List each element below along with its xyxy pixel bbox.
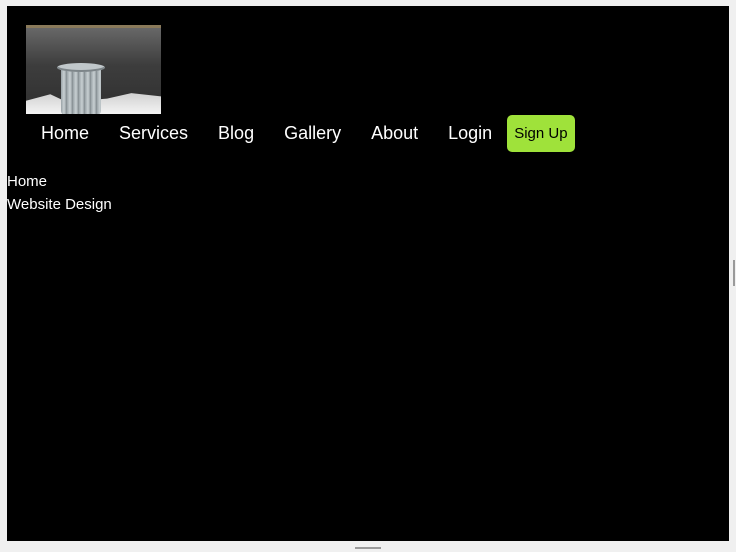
nav-blog-link[interactable]: Blog bbox=[203, 114, 269, 152]
page-viewport: Home Services Blog Gallery About Login S… bbox=[7, 6, 729, 541]
side-resize-grip[interactable] bbox=[733, 260, 735, 286]
nav-services-link[interactable]: Services bbox=[104, 114, 203, 152]
bottom-resize-grip[interactable] bbox=[355, 547, 381, 549]
content-line-home: Home bbox=[7, 173, 48, 190]
nav-login-link[interactable]: Login bbox=[433, 114, 507, 152]
nav-home-link[interactable]: Home bbox=[26, 114, 104, 152]
content-line-website-design: Website Design bbox=[7, 196, 112, 213]
main-navigation: Home Services Blog Gallery About Login S… bbox=[26, 114, 575, 152]
nav-about-link[interactable]: About bbox=[356, 114, 433, 152]
nav-gallery-link[interactable]: Gallery bbox=[269, 114, 356, 152]
site-logo-trash-can-image[interactable] bbox=[26, 25, 161, 114]
sign-up-button[interactable]: Sign Up bbox=[507, 114, 575, 152]
